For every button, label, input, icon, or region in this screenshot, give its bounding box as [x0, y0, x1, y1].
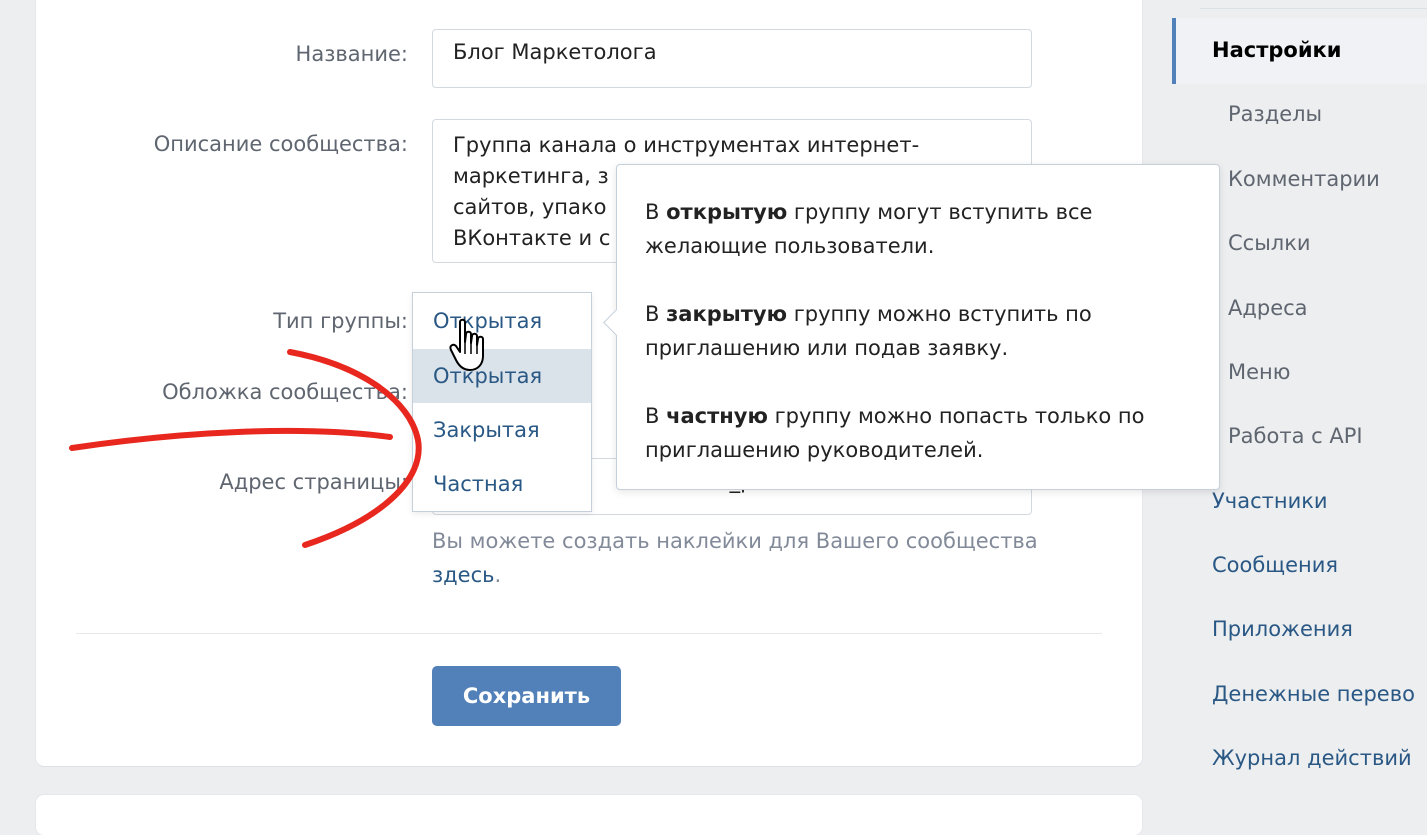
dropdown-option-closed[interactable]: Закрытая: [413, 403, 591, 457]
rnav-active-indicator: [1172, 18, 1176, 84]
divider: [76, 633, 1102, 634]
rnav-item-messages[interactable]: Сообщения: [1212, 553, 1338, 577]
rnav-top-divider: [1200, 8, 1427, 9]
rnav-subitem-links[interactable]: Ссылки: [1228, 231, 1311, 255]
group-type-tooltip: В открытую группу могут вступить все жел…: [616, 164, 1220, 490]
dropdown-option-private[interactable]: Частная: [413, 457, 591, 511]
cover-label: Обложка сообщества:: [162, 380, 408, 404]
rnav-subitem-addresses[interactable]: Адреса: [1228, 296, 1308, 320]
dropdown-option-open[interactable]: Открытая: [413, 349, 591, 403]
hint-text: Вы можете создать наклейки для Вашего со…: [432, 529, 1038, 553]
rnav-item-log[interactable]: Журнал действий: [1212, 746, 1412, 770]
name-label: Название:: [295, 42, 408, 66]
save-button[interactable]: Сохранить: [432, 666, 621, 726]
address-label: Адрес страницы:: [219, 470, 408, 494]
rnav-subitem-sections[interactable]: Разделы: [1228, 102, 1322, 126]
dropdown-current-value[interactable]: Открытая: [413, 293, 591, 349]
group-type-label: Тип группы:: [273, 309, 408, 333]
next-card: [36, 795, 1142, 835]
rnav-item-members[interactable]: Участники: [1212, 489, 1328, 513]
group-type-dropdown[interactable]: Открытая Открытая Закрытая Частная: [412, 292, 592, 512]
rnav-subitem-menu[interactable]: Меню: [1228, 360, 1290, 384]
rnav-item-settings[interactable]: Настройки: [1212, 38, 1342, 62]
hint-period: .: [494, 563, 502, 587]
hint-link[interactable]: здесь: [432, 563, 495, 587]
sticker-hint: Вы можете создать наклейки для Вашего со…: [432, 524, 1038, 592]
rnav-subitem-comments[interactable]: Комментарии: [1228, 167, 1380, 191]
tooltip-closed: В закрытую группу можно вступить по приг…: [645, 302, 1092, 360]
tooltip-private: В частную группу можно попасть только по…: [645, 404, 1145, 462]
rnav-subitem-api[interactable]: Работа с API: [1228, 424, 1363, 448]
name-input[interactable]: Блог Маркетолога: [432, 29, 1032, 88]
rnav-item-money[interactable]: Денежные перево: [1212, 682, 1415, 706]
hand-pointer-icon: [449, 318, 484, 371]
description-line: Группа канала о инструментах интернет-: [453, 133, 920, 157]
description-label: Описание сообщества:: [153, 132, 408, 156]
tooltip-open: В открытую группу могут вступить все жел…: [645, 200, 1093, 258]
rnav-item-apps[interactable]: Приложения: [1212, 617, 1353, 641]
